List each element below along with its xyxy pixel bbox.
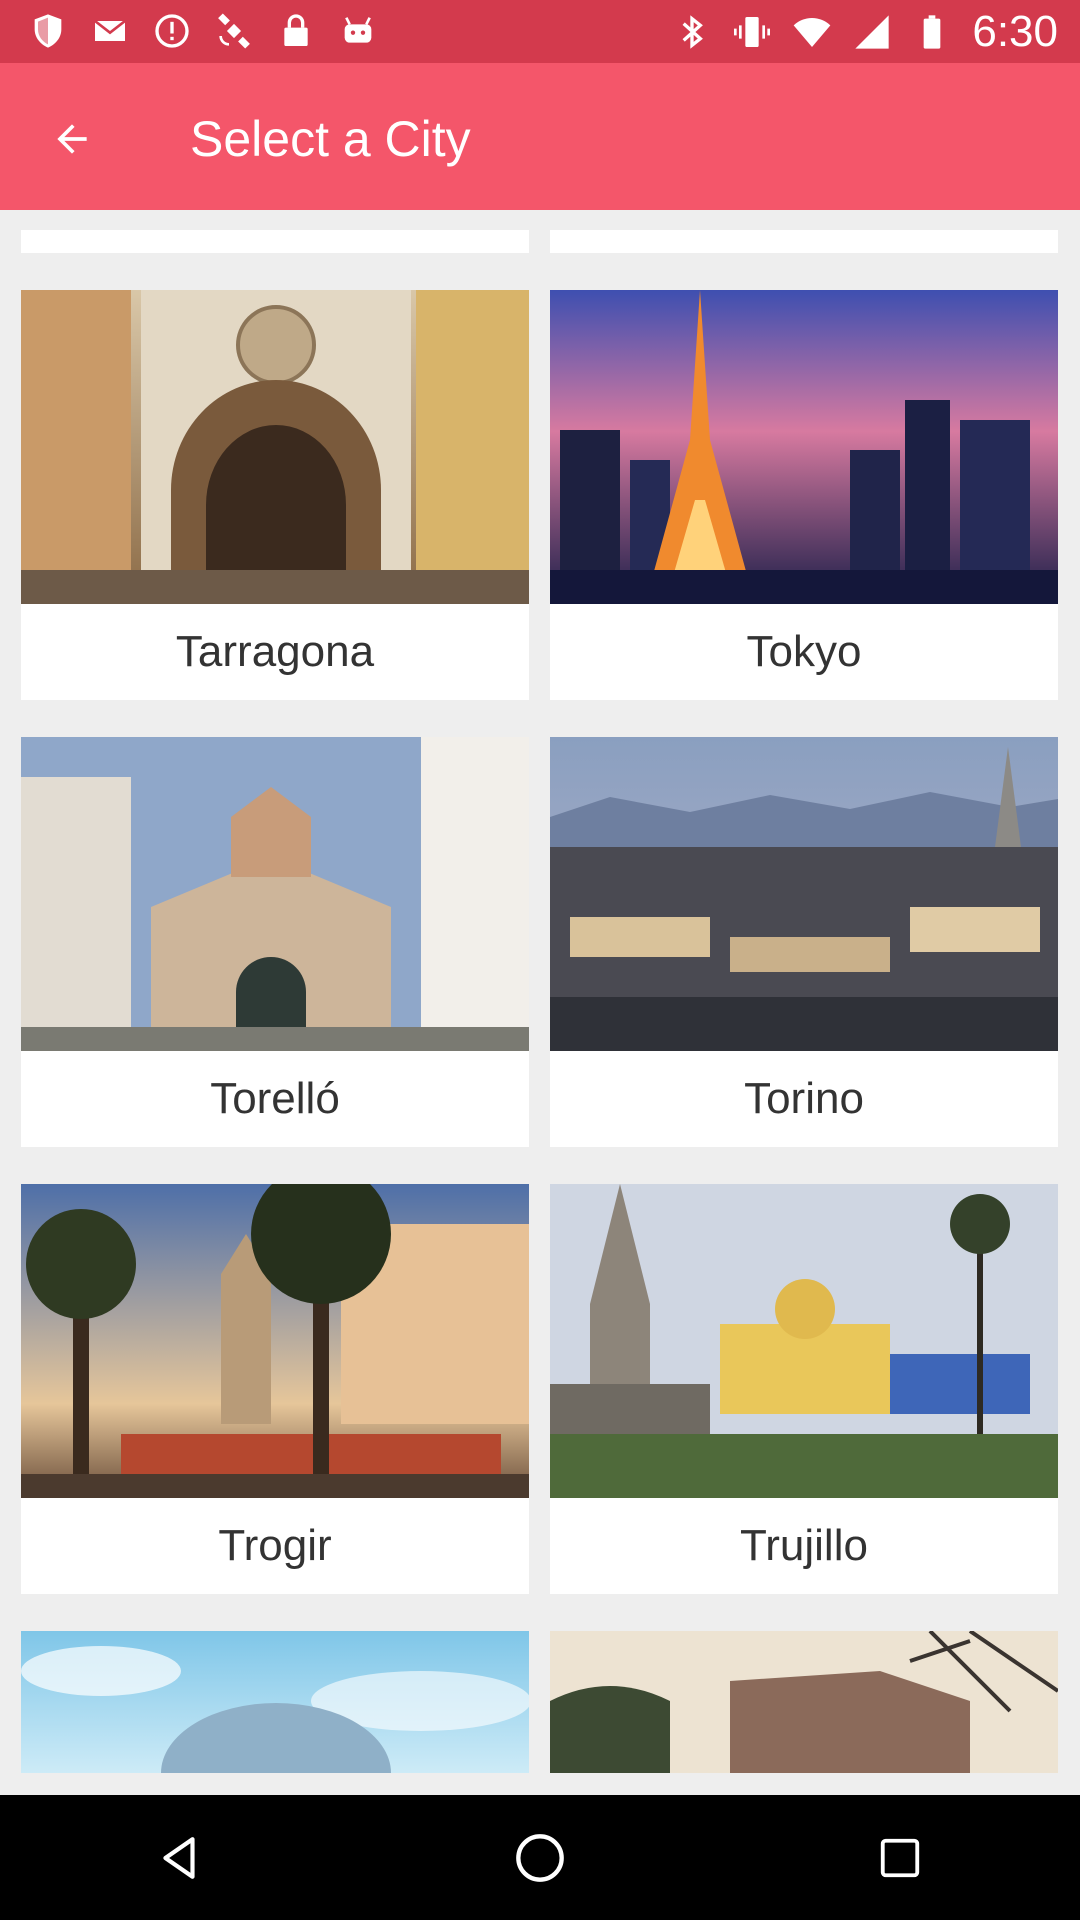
city-card-tarragona[interactable]: Tarragona (21, 290, 529, 700)
app-bar: Select a City (0, 63, 1080, 210)
nav-back-button[interactable] (140, 1818, 220, 1898)
city-image (21, 290, 529, 604)
city-card-torello[interactable]: Torelló (21, 737, 529, 1147)
nav-home-button[interactable] (500, 1818, 580, 1898)
city-image (21, 1184, 529, 1498)
android-icon (344, 17, 372, 43)
system-nav-bar (0, 1795, 1080, 1920)
city-card-partial[interactable] (550, 230, 1058, 253)
signal-icon (855, 15, 890, 49)
city-image (550, 1631, 1058, 1773)
city-name: Tokyo (746, 627, 862, 676)
city-name: Trujillo (740, 1521, 868, 1570)
back-button[interactable] (36, 103, 108, 175)
battery-icon (924, 15, 941, 49)
alert-icon (155, 14, 189, 48)
vibrate-icon (734, 17, 771, 47)
city-name: Torelló (210, 1074, 340, 1123)
city-card-partial[interactable] (550, 1631, 1058, 1773)
city-name: Trogir (218, 1521, 332, 1570)
shield-icon (34, 14, 62, 48)
status-bar: 6:30 (0, 0, 1080, 63)
mail-icon (94, 19, 126, 41)
recents-square-icon (880, 1838, 920, 1877)
city-name: Torino (744, 1074, 864, 1123)
city-grid[interactable]: Tarragona Tokyo Torelló Torino Trogir Tr… (0, 210, 1080, 1795)
arrow-back-icon (57, 124, 87, 154)
city-card-trogir[interactable]: Trogir (21, 1184, 529, 1594)
home-circle-icon (516, 1833, 564, 1882)
city-image (550, 1184, 1058, 1498)
city-image (21, 737, 529, 1051)
lock-icon (284, 14, 308, 46)
page-title: Select a City (190, 111, 471, 167)
back-triangle-icon (163, 1836, 195, 1879)
city-card-tokyo[interactable]: Tokyo (550, 290, 1058, 700)
city-image (550, 290, 1058, 604)
city-card-partial[interactable] (21, 230, 529, 253)
city-name: Tarragona (175, 627, 375, 676)
status-time: 6:30 (972, 7, 1058, 56)
nav-recents-button[interactable] (860, 1818, 940, 1898)
city-image (21, 1631, 529, 1773)
satellite-icon (218, 13, 250, 49)
city-card-torino[interactable]: Torino (550, 737, 1058, 1147)
city-image (550, 737, 1058, 1051)
city-card-partial[interactable] (21, 1631, 529, 1773)
wifi-icon (794, 18, 831, 47)
bluetooth-icon (682, 15, 704, 49)
city-card-trujillo[interactable]: Trujillo (550, 1184, 1058, 1594)
